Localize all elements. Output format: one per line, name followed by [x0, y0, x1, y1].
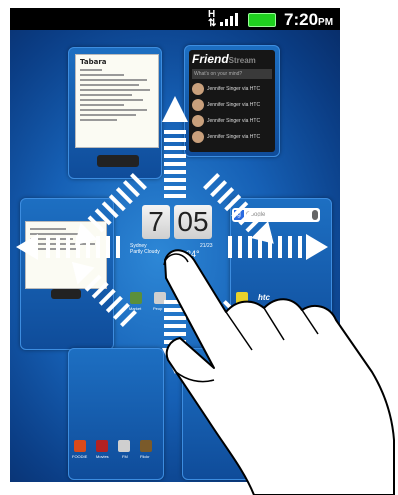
hand-gesture-icon — [163, 249, 395, 495]
